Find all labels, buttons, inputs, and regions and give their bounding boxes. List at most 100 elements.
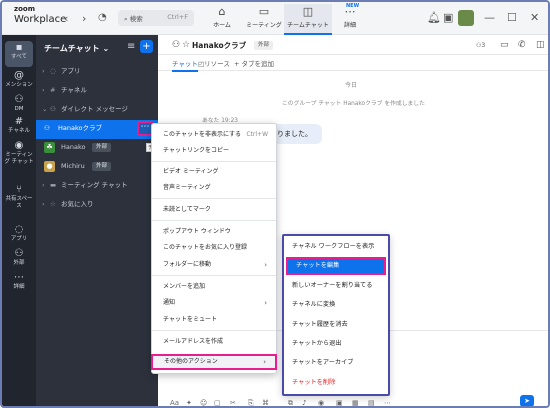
menu-item-move-folder[interactable]: フォルダーに移動 ›: [152, 257, 276, 273]
sidebar-item-apps[interactable]: › ◌ アプリ: [36, 63, 158, 80]
microphone-icon[interactable]: ♪: [302, 399, 306, 406]
menu-item-create-email[interactable]: メールアドレスを作成: [152, 334, 276, 350]
menu-item-popout[interactable]: ポップアウト ウィンドウ: [152, 224, 276, 240]
rail-item-label: チャネル: [8, 128, 30, 134]
app-icon[interactable]: ▣: [336, 399, 343, 406]
title-bar: zoom Workplace ‹ › ◔ ⌕ 検索 Ctrl+F ⌂ ホーム ▭…: [2, 2, 548, 35]
sidebar-item-label: ダイレクト メッセージ: [61, 105, 128, 113]
logo-line1: zoom: [14, 5, 35, 13]
ellipsis-icon: ⋯: [14, 272, 24, 283]
rail-item-meeting-chat[interactable]: ◉ ミーティング チャット: [4, 139, 34, 165]
menu-item-mark-unread[interactable]: 未読としてマーク: [152, 202, 276, 218]
send-button[interactable]: ➤: [520, 395, 534, 406]
bell-icon[interactable]: 🔔︎: [427, 11, 441, 24]
forward-arrow-icon[interactable]: ›: [82, 12, 86, 25]
whiteboard-icon[interactable]: ▣: [443, 11, 453, 24]
sidebar-item-michiru[interactable]: ● Michiru 外部: [36, 158, 158, 175]
back-arrow-icon[interactable]: ‹: [64, 12, 68, 25]
history-icon[interactable]: ◔: [98, 12, 107, 23]
rail-item-channels[interactable]: # チャネル: [2, 115, 36, 135]
sidebar-item-label: ミーティング チャット: [61, 181, 128, 189]
calendar-icon[interactable]: ▦: [352, 399, 359, 406]
screenshot-icon[interactable]: ✂: [230, 399, 236, 406]
sidebar-item-direct-messages[interactable]: ⌄ ⚇ ダイレクト メッセージ: [36, 101, 158, 118]
submenu-item-clear-history[interactable]: チャット履歴を消去: [284, 316, 388, 334]
record-icon[interactable]: ◉: [318, 399, 324, 406]
sidebar-item-hanako-club[interactable]: ⚇ Hanakoクラブ ⋯: [36, 120, 158, 139]
menu-item-notifications[interactable]: 通知 ›: [152, 295, 276, 311]
external-badge: 外部: [254, 41, 274, 50]
submenu-item-leave-chat[interactable]: チャットから退出: [284, 335, 388, 353]
rail-item-label: アプリ: [10, 236, 28, 242]
details-icon[interactable]: ◫: [536, 40, 545, 50]
menu-item-add-members[interactable]: メンバーを追加: [152, 279, 276, 295]
rail-item-dm[interactable]: ⚇ DM: [2, 93, 36, 113]
submenu-item-assign-owner[interactable]: 新しいオーナーを割り当てる: [284, 277, 388, 295]
avatar: ☘: [44, 142, 55, 153]
rail-item-all[interactable]: ▪ すべて: [5, 41, 33, 67]
more-icon[interactable]: ⋯: [384, 399, 391, 406]
chevron-right-icon: ›: [263, 358, 266, 366]
rail-item-shared-spaces[interactable]: ⑂ 共有スペース: [4, 183, 34, 209]
rail-item-mentions[interactable]: @ メンション: [2, 69, 36, 89]
close-icon[interactable]: ✕: [530, 11, 539, 24]
format-icon[interactable]: Aa: [170, 399, 179, 406]
submenu-item-delete[interactable]: チャットを削除: [284, 374, 388, 392]
filter-icon[interactable]: ≡: [127, 41, 135, 52]
tab-chat[interactable]: チャット: [172, 58, 198, 72]
new-chat-button[interactable]: +: [140, 40, 153, 53]
menu-item-hide-chat[interactable]: このチャットを非表示にする Ctrl+W: [152, 127, 276, 143]
menu-item-favorite[interactable]: このチャットをお気に入り登録: [152, 240, 276, 256]
chat-title: Hanakoクラブ: [192, 41, 247, 50]
avatar[interactable]: [458, 10, 474, 26]
code-icon[interactable]: ⌘: [262, 399, 269, 406]
video-call-icon[interactable]: ▭: [500, 40, 509, 50]
clip-icon[interactable]: ⧉: [288, 399, 293, 406]
tab-home[interactable]: ⌂ ホーム: [200, 4, 244, 35]
search-input[interactable]: ⌕ 検索 Ctrl+F: [118, 10, 194, 26]
menu-divider: [152, 220, 276, 221]
menu-item-copy-link[interactable]: チャットリンクをコピー: [152, 143, 276, 159]
sidebar-item-label: Hanakoクラブ: [58, 124, 102, 132]
group-icon: ⚇: [172, 40, 181, 50]
tab-more[interactable]: NEW ⋯ 詳細: [328, 3, 372, 35]
sidebar-title[interactable]: チームチャット ⌄: [44, 43, 109, 54]
rail-item-apps[interactable]: ◌ アプリ: [2, 223, 36, 243]
avatar: ●: [44, 161, 55, 172]
rail-item-label: 共有スペース: [5, 196, 33, 209]
gif-icon[interactable]: ▢: [214, 399, 221, 406]
rail-item-more[interactable]: ⋯ 詳細: [2, 271, 36, 291]
emoji-icon[interactable]: ☺: [200, 399, 207, 406]
submenu-item-archive[interactable]: チャットをアーカイブ: [284, 354, 388, 372]
menu-item-video-meeting[interactable]: ビデオ ミーティング: [152, 164, 276, 180]
minimize-icon[interactable]: —: [484, 11, 495, 24]
rail-item-external[interactable]: ⚇ 外部: [2, 247, 36, 267]
star-icon[interactable]: ☆: [182, 40, 190, 50]
chevron-right-icon: ›: [42, 181, 45, 189]
attachment-icon[interactable]: ⎘: [248, 399, 254, 406]
menu-item-other-actions[interactable]: その他のアクション ›: [151, 354, 277, 370]
member-count[interactable]: ⚇3: [476, 42, 485, 49]
doc-icon[interactable]: ▤: [368, 399, 375, 406]
tab-team-chat[interactable]: ◫ チームチャット: [284, 4, 332, 35]
ai-icon[interactable]: ✦: [186, 399, 192, 406]
maximize-icon[interactable]: ☐: [507, 11, 517, 24]
submenu-item-edit-chat[interactable]: チャットを編集: [286, 257, 386, 275]
at-icon: @: [14, 70, 24, 81]
sidebar-item-meeting-chat[interactable]: › ▬ ミーティング チャット: [36, 177, 158, 194]
menu-item-mute[interactable]: チャットをミュート: [152, 312, 276, 328]
submenu-item-convert-channel[interactable]: チャネルに変換: [284, 296, 388, 314]
tab-resources[interactable]: ◰リソース: [198, 58, 230, 68]
tab-add[interactable]: + タブを追加: [234, 58, 274, 68]
star-icon: ☆: [50, 200, 56, 208]
tab-meetings[interactable]: ▭ ミーティング: [242, 4, 286, 35]
submenu-item-workflow[interactable]: チャネル ワークフローを表示: [284, 238, 388, 256]
chevron-down-icon: ⌄: [102, 44, 110, 53]
phone-icon[interactable]: ✆: [518, 40, 526, 50]
sidebar-item-channels[interactable]: › # チャネル: [36, 82, 158, 99]
sidebar-item-label: お気に入り: [61, 200, 94, 208]
sidebar-item-favorites[interactable]: › ☆ お気に入り: [36, 196, 158, 213]
menu-item-audio-meeting[interactable]: 音声ミーティング: [152, 180, 276, 196]
sidebar-item-hanako[interactable]: ☘ Hanako 外部: [36, 139, 158, 156]
logo-line2: Workplace: [14, 13, 67, 25]
